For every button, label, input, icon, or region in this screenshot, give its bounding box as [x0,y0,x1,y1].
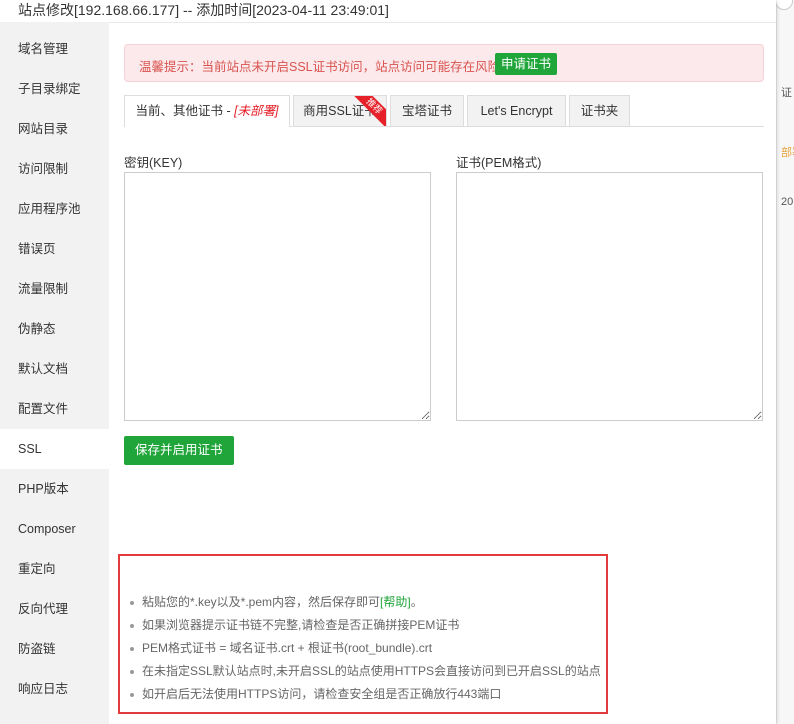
dialog-titlebar: 站点修改[192.168.66.177] -- 添加时间[2023-04-11 … [0,0,776,23]
key-label: 密钥(KEY) [124,156,183,170]
sidebar-item-error-page[interactable]: 错误页 [0,229,109,269]
tip-item: PEM格式证书 = 域名证书.crt + 根证书(root_bundle).cr… [130,637,601,660]
bullet-icon [130,601,134,605]
cert-textarea[interactable] [456,172,763,421]
sidebar-item-rewrite[interactable]: 伪静态 [0,309,109,349]
tab-current-cert[interactable]: 当前、其他证书 - [未部署] [124,95,290,127]
background-text: 证 [781,87,792,99]
cert-label: 证书(PEM格式) [456,156,542,170]
background-text: 部署 [781,147,794,159]
tab-label: 当前、其他证书 - [135,104,235,118]
tips-box: 粘贴您的*.key以及*.pem内容，然后保存即可[帮助]。 如果浏览器提示证书… [118,554,608,714]
bullet-icon [130,647,134,651]
alert-message: 温馨提示：当前站点未开启SSL证书访问，站点访问可能存在风险。 [139,60,513,74]
sidebar-item-domain[interactable]: 域名管理 [0,29,109,69]
save-enable-cert-button[interactable]: 保存并启用证书 [124,436,234,465]
tips-list: 粘贴您的*.key以及*.pem内容，然后保存即可[帮助]。 如果浏览器提示证书… [130,591,601,706]
tab-cert-folder[interactable]: 证书夹 [569,95,630,126]
tip-text: 在未指定SSL默认站点时,未开启SSL的站点使用HTTPS会直接访问到已开启SS… [142,664,601,678]
background-text: 20 [781,196,794,208]
tip-text: 粘贴您的*.key以及*.pem内容，然后保存即可 [142,595,381,609]
apply-certificate-button[interactable]: 申请证书 [495,53,558,75]
bullet-icon [130,693,134,697]
help-link[interactable]: [帮助] [380,595,411,609]
sidebar-item-response-log[interactable]: 响应日志 [0,669,109,709]
tip-item: 如果浏览器提示证书链不完整,请检查是否正确拼接PEM证书 [130,614,601,637]
background-page: 证 部署 20 [776,0,794,724]
certificate-tabs: 当前、其他证书 - [未部署] 商用SSL证书 推荐 宝塔证书 Let's En… [124,94,764,127]
tip-text: PEM格式证书 = 域名证书.crt + 根证书(root_bundle).cr… [142,641,433,655]
sidebar-item-site-dir[interactable]: 网站目录 [0,109,109,149]
tip-text: 如果浏览器提示证书链不完整,请检查是否正确拼接PEM证书 [142,618,460,632]
sidebar-item-subdir[interactable]: 子目录绑定 [0,69,109,109]
tip-item: 粘贴您的*.key以及*.pem内容，然后保存即可[帮助]。 [130,591,601,614]
ssl-warning-alert: 温馨提示：当前站点未开启SSL证书访问，站点访问可能存在风险。 申请证书 [124,44,764,82]
tip-text: 如开启后无法使用HTTPS访问，请检查安全组是否正确放行443端口 [142,687,502,701]
bullet-icon [130,670,134,674]
tip-item: 如开启后无法使用HTTPS访问，请检查安全组是否正确放行443端口 [130,683,601,706]
sidebar-item-hotlink[interactable]: 防盗链 [0,629,109,669]
tab-commercial-ssl[interactable]: 商用SSL证书 推荐 [293,95,387,126]
tip-text: 。 [410,595,423,609]
sidebar-item-default-doc[interactable]: 默认文档 [0,349,109,389]
sidebar-item-access-limit[interactable]: 访问限制 [0,149,109,189]
sidebar-item-traffic-limit[interactable]: 流量限制 [0,269,109,309]
sidebar-item-php-version[interactable]: PHP版本 [0,469,109,509]
sidebar-item-ssl[interactable]: SSL [0,429,109,469]
sidebar-item-reverse-proxy[interactable]: 反向代理 [0,589,109,629]
sidebar-item-composer[interactable]: Composer [0,509,109,549]
ssl-panel: 温馨提示：当前站点未开启SSL证书访问，站点访问可能存在风险。 申请证书 当前、… [109,22,776,724]
sidebar-item-config-file[interactable]: 配置文件 [0,389,109,429]
deploy-status: [未部署] [234,104,279,118]
sidebar-item-redirect[interactable]: 重定向 [0,549,109,589]
key-textarea[interactable] [124,172,431,421]
tab-lets-encrypt[interactable]: Let's Encrypt [467,95,566,126]
dialog-title: 站点修改[192.168.66.177] -- 添加时间[2023-04-11 … [18,2,389,18]
tip-item: 在未指定SSL默认站点时,未开启SSL的站点使用HTTPS会直接访问到已开启SS… [130,660,601,683]
sidebar: 域名管理 子目录绑定 网站目录 访问限制 应用程序池 错误页 流量限制 伪静态 … [0,22,109,724]
site-settings-dialog: 站点修改[192.168.66.177] -- 添加时间[2023-04-11 … [0,0,776,724]
tab-bt-cert[interactable]: 宝塔证书 [390,95,464,126]
bullet-icon [130,624,134,628]
sidebar-item-app-pool[interactable]: 应用程序池 [0,189,109,229]
